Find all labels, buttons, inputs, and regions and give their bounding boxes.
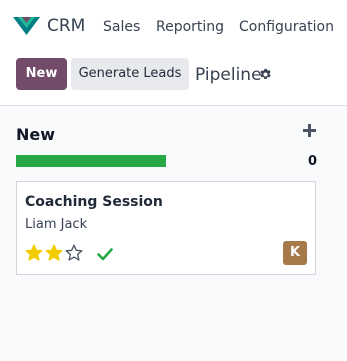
menu-sales[interactable]: Sales (103, 19, 140, 35)
card-contact: Liam Jack (25, 217, 88, 232)
check-icon[interactable] (97, 246, 113, 262)
app-name[interactable]: CRM (47, 16, 85, 36)
column-progress-bar[interactable] (16, 155, 166, 167)
avatar[interactable]: K (283, 241, 307, 265)
app-logo-icon[interactable] (13, 17, 40, 35)
top-navbar: CRM Sales Reporting Configuration (0, 0, 347, 52)
new-button[interactable]: New (16, 58, 67, 90)
plus-icon[interactable] (303, 124, 316, 137)
star-icon[interactable] (65, 244, 83, 262)
priority-stars (25, 244, 85, 262)
star-icon[interactable] (45, 244, 63, 262)
column-title: New (16, 125, 56, 144)
card-title: Coaching Session (25, 194, 163, 210)
control-panel: New Generate Leads Pipeline (0, 52, 347, 106)
kanban-card[interactable]: Coaching Session Liam Jack K (16, 181, 316, 275)
menu-reporting[interactable]: Reporting (156, 19, 224, 35)
progress-fill (16, 155, 166, 167)
column-count: 0 (308, 154, 318, 169)
generate-leads-button[interactable]: Generate Leads (71, 58, 189, 90)
gear-icon[interactable] (259, 68, 272, 81)
star-icon[interactable] (25, 244, 43, 262)
breadcrumb-title: Pipeline (195, 65, 262, 85)
menu-configuration[interactable]: Configuration (239, 19, 334, 35)
